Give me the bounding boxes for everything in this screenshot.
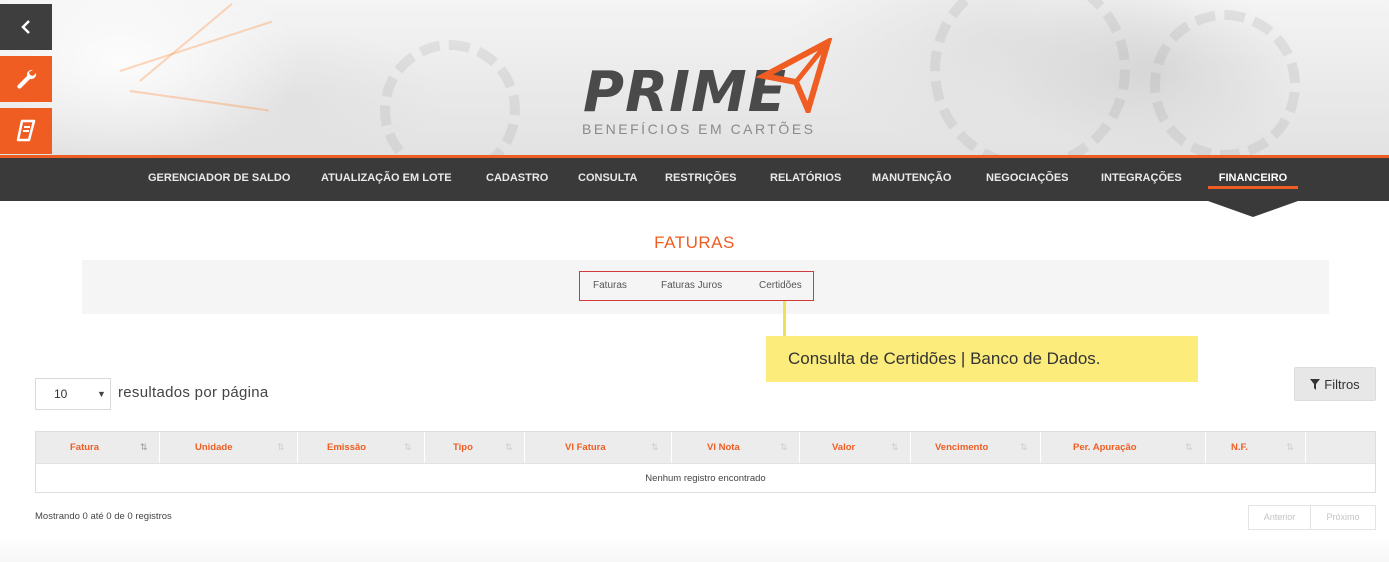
nav-item-integracoes[interactable]: INTEGRAÇÕES: [1101, 158, 1182, 201]
callout-note: Consulta de Certidões | Banco de Dados.: [766, 336, 1198, 382]
sort-icon: ⇅: [651, 442, 659, 452]
column-label: N.F.: [1231, 442, 1248, 453]
column-label: Per. Apuração: [1073, 442, 1137, 453]
column-header-nf[interactable]: N.F. ⇅: [1206, 432, 1306, 463]
filters-button-label: Filtros: [1324, 376, 1360, 392]
wrench-icon: [17, 69, 37, 89]
nav-item-negociacoes[interactable]: NEGOCIAÇÕES: [986, 158, 1069, 201]
nav-item-consulta[interactable]: CONSULTA: [578, 158, 637, 201]
footer-area: [0, 536, 1389, 562]
next-page-button[interactable]: Próximo: [1311, 506, 1375, 529]
banner-gear-decoration: [380, 40, 520, 157]
sort-icon: ⇅: [140, 442, 148, 452]
sort-icon: ⇅: [1020, 442, 1028, 452]
banner-gear-decoration: [930, 0, 1130, 157]
subtab-faturas[interactable]: Faturas: [593, 280, 627, 291]
sort-icon: ⇅: [1185, 442, 1193, 452]
callout-connector: [783, 301, 786, 336]
column-label: Emissão: [327, 442, 367, 453]
column-label: Vl Nota: [707, 442, 740, 453]
column-header-tipo[interactable]: Tipo ⇅: [425, 432, 525, 463]
header-banner: PRIME BENEFÍCIOS EM CARTÕES: [0, 0, 1389, 157]
invoices-table: Fatura ⇅ Unidade ⇅ Emissão ⇅ Tipo ⇅ Vl F…: [35, 431, 1376, 493]
column-header-vl-fatura[interactable]: Vl Fatura ⇅: [525, 432, 672, 463]
column-header-fatura[interactable]: Fatura ⇅: [36, 432, 160, 463]
nav-item-manutencao[interactable]: MANUTENÇÃO: [872, 158, 951, 201]
column-label: Fatura: [70, 442, 100, 453]
column-label: Unidade: [195, 442, 233, 453]
sort-icon: ⇅: [404, 442, 412, 452]
book-icon: [16, 119, 36, 142]
logo-subtitle: BENEFÍCIOS EM CARTÕES: [582, 121, 816, 137]
sort-icon: ⇅: [1286, 442, 1294, 452]
tools-button[interactable]: [0, 56, 52, 102]
column-header-vencimento[interactable]: Vencimento ⇅: [911, 432, 1041, 463]
active-nav-pointer: [1208, 201, 1298, 217]
main-navbar: GERENCIADOR DE SALDO ATUALIZAÇÃO EM LOTE…: [0, 155, 1389, 201]
nav-item-restricoes[interactable]: RESTRIÇÕES: [665, 158, 737, 201]
nav-item-financeiro[interactable]: FINANCEIRO: [1208, 158, 1298, 201]
nav-item-atualizacao-em-lote[interactable]: ATUALIZAÇÃO EM LOTE: [321, 158, 452, 201]
page-size-label: resultados por página: [118, 384, 269, 401]
filters-button[interactable]: Filtros: [1294, 367, 1376, 401]
subtab-faturas-juros[interactable]: Faturas Juros: [661, 280, 722, 291]
sort-icon: ⇅: [780, 442, 788, 452]
column-label: Valor: [832, 442, 856, 453]
column-label: Tipo: [453, 442, 473, 453]
banner-gear-decoration: [1150, 10, 1300, 157]
banner-spark-decoration: [129, 90, 269, 112]
banner-spark-decoration: [119, 20, 273, 72]
column-label: Vencimento: [935, 442, 989, 453]
banner-spark-decoration: [139, 3, 233, 82]
nav-item-relatorios[interactable]: RELATÓRIOS: [770, 158, 841, 201]
filter-icon: [1310, 378, 1321, 390]
subtab-certidoes[interactable]: Certidões: [759, 280, 802, 291]
nav-item-gerenciador-de-saldo[interactable]: GERENCIADOR DE SALDO: [148, 158, 290, 201]
page-title: FATURAS: [654, 233, 735, 252]
sort-icon: ⇅: [277, 442, 285, 452]
column-header-valor[interactable]: Valor ⇅: [800, 432, 911, 463]
logo-arrow-icon: [756, 38, 833, 113]
pagination: Anterior Próximo: [1248, 505, 1376, 530]
sort-icon: ⇅: [505, 442, 513, 452]
previous-page-button[interactable]: Anterior: [1249, 506, 1310, 529]
manual-button[interactable]: [0, 108, 52, 154]
empty-table-message: Nenhum registro encontrado: [36, 463, 1375, 492]
column-header-unidade[interactable]: Unidade ⇅: [160, 432, 298, 463]
column-header-emissao[interactable]: Emissão ⇅: [298, 432, 425, 463]
records-info: Mostrando 0 até 0 de 0 registros: [35, 511, 172, 522]
prime-logo: PRIME BENEFÍCIOS EM CARTÕES: [578, 38, 838, 148]
nav-item-cadastro[interactable]: CADASTRO: [486, 158, 548, 201]
back-button[interactable]: [0, 4, 52, 50]
chevron-left-icon: [21, 20, 30, 34]
sort-icon: ⇅: [891, 442, 899, 452]
table-header: Fatura ⇅ Unidade ⇅ Emissão ⇅ Tipo ⇅ Vl F…: [36, 432, 1375, 463]
caret-down-icon: ▼: [97, 389, 106, 399]
column-header-vl-nota[interactable]: Vl Nota ⇅: [672, 432, 800, 463]
column-label: Vl Fatura: [565, 442, 606, 453]
column-header-per-apuracao[interactable]: Per. Apuração ⇅: [1041, 432, 1206, 463]
